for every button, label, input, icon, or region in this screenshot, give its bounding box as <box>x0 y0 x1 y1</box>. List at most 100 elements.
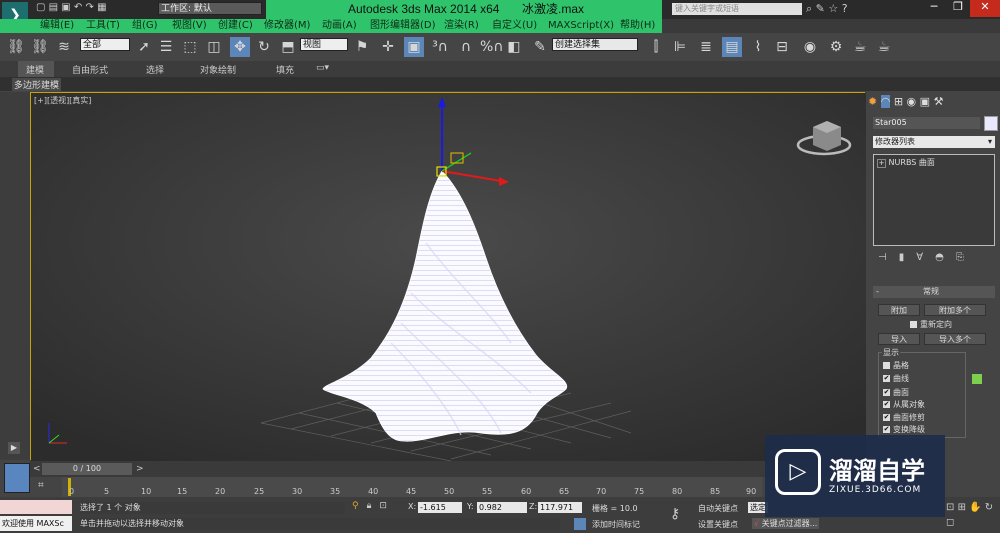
surface-trims-checkbox[interactable]: ✔ 曲面修剪 <box>883 412 925 423</box>
keyboard-shortcut-icon[interactable]: ▣ <box>404 37 424 57</box>
menu-help[interactable]: 帮助(H) <box>620 20 655 32</box>
select-rotate-icon[interactable]: ↻ <box>254 37 274 57</box>
edit-named-selection-icon[interactable]: ✎ <box>530 37 550 57</box>
configure-sets-icon[interactable]: ⎘ <box>956 252 976 263</box>
ribbon-tab-selection[interactable]: 选择 <box>146 63 164 76</box>
menu-tools[interactable]: 工具(T) <box>86 20 120 32</box>
reference-coord-dropdown[interactable]: 视图 <box>300 38 348 51</box>
rendered-frame-icon[interactable]: ☕ <box>850 37 870 57</box>
open-file-icon[interactable]: ▤ <box>49 2 58 13</box>
display-tab-icon[interactable]: ▣ <box>920 95 930 108</box>
pivot-center-icon[interactable]: ⚑ <box>352 37 372 57</box>
y-coord-field[interactable]: 0.982 <box>477 502 527 513</box>
menu-edit[interactable]: 编辑(E) <box>40 20 74 32</box>
layer-manager-icon[interactable]: ≣ <box>696 37 716 57</box>
isolate-icon[interactable]: ⚲ <box>352 501 367 511</box>
menu-customize[interactable]: 自定义(U) <box>492 20 537 32</box>
menu-modifiers[interactable]: 修改器(M) <box>264 20 310 32</box>
search-box[interactable]: 键入关键字或短语 <box>672 3 802 15</box>
modifier-stack[interactable]: + NURBS 曲面 <box>873 154 995 246</box>
schematic-view-icon[interactable]: ⊟ <box>772 37 792 57</box>
absolute-mode-icon[interactable]: ⊡ <box>379 501 395 511</box>
ribbon-tab-object-paint[interactable]: 对象绘制 <box>200 63 236 76</box>
orbit-icon[interactable]: ↻ <box>985 502 993 513</box>
ribbon-options-icon[interactable]: ▭▾ <box>316 63 329 73</box>
lattice-checkbox[interactable]: 晶格 <box>883 360 909 371</box>
curves-checkbox[interactable]: ✔ 曲线 <box>883 373 909 384</box>
manipulate-icon[interactable]: ✛ <box>378 37 398 57</box>
object-name-field[interactable]: Star005 <box>873 117 980 129</box>
percent-snap-icon[interactable]: %∩ <box>480 37 504 57</box>
add-time-tag-icon[interactable] <box>574 518 586 530</box>
attach-multiple-button[interactable]: 附加多个 <box>924 304 986 316</box>
create-tab-icon[interactable]: ✹ <box>868 95 877 108</box>
project-folder-icon[interactable]: ▦ <box>97 2 106 13</box>
menu-views[interactable]: 视图(V) <box>172 20 207 32</box>
new-file-icon[interactable]: ▢ <box>36 2 45 13</box>
select-move-icon[interactable]: ✥ <box>230 37 250 57</box>
attach-button[interactable]: 附加 <box>878 304 920 316</box>
perspective-viewport[interactable] <box>30 92 866 461</box>
expand-plus-icon[interactable]: + <box>877 159 886 168</box>
x-coord-field[interactable]: -1.615 <box>418 502 462 513</box>
utilities-tab-icon[interactable]: ⚒ <box>934 95 944 108</box>
track-bar-filter-icon[interactable]: ⌗ <box>38 480 44 491</box>
minimize-button[interactable]: ─ <box>922 0 946 17</box>
make-unique-icon[interactable]: ∀ <box>916 252 935 263</box>
undo-icon[interactable]: ↶ <box>74 2 82 13</box>
nurbs-creation-toolbox-icon[interactable] <box>972 374 982 384</box>
key-icon[interactable]: ⚷ <box>670 506 680 522</box>
zoom-all-icon[interactable]: ⊞ <box>958 502 966 513</box>
favorites-icon[interactable]: ☆ <box>828 2 838 15</box>
pin-stack-icon[interactable]: ⊣ <box>878 252 899 263</box>
remove-modifier-icon[interactable]: ◓ <box>935 252 956 263</box>
key-filters-button[interactable]: √ 关键点过滤器... <box>752 518 820 529</box>
window-crossing-icon[interactable]: ◫ <box>204 37 224 57</box>
modify-tab-icon[interactable]: ◠ <box>880 95 891 108</box>
expand-arrow-icon[interactable]: ▶ <box>8 442 20 454</box>
stack-item[interactable]: + NURBS 曲面 <box>877 157 994 168</box>
menu-maxscript[interactable]: MAXScript(X) <box>548 20 614 32</box>
save-icon[interactable]: ▣ <box>61 2 70 13</box>
add-time-tag[interactable]: 添加时间标记 <box>592 519 640 530</box>
surfaces-checkbox[interactable]: ✔ 曲面 <box>883 387 909 398</box>
polygon-modeling-label[interactable]: 多边形建模 <box>12 78 62 91</box>
menu-create[interactable]: 创建(C) <box>218 20 253 32</box>
ribbon-tab-modeling[interactable]: 建模 <box>26 63 44 76</box>
help-icon[interactable]: ? <box>842 2 848 15</box>
transform-degrade-checkbox[interactable]: ✔ 变换降级 <box>883 424 925 435</box>
mini-curve-editor-icon[interactable] <box>4 463 30 493</box>
align-icon[interactable]: ⊫ <box>670 37 690 57</box>
maximize-toggle-icon[interactable]: ◻ <box>946 517 954 528</box>
import-multiple-button[interactable]: 导入多个 <box>924 333 986 345</box>
render-setup-icon[interactable]: ⚙ <box>826 37 846 57</box>
select-by-name-icon[interactable]: ☰ <box>156 37 176 57</box>
menu-graph-editors[interactable]: 图形编辑器(D) <box>370 20 436 32</box>
maxscript-listener[interactable] <box>0 500 72 514</box>
viewport-label[interactable]: [+][透视][真实] <box>34 95 91 106</box>
search-icon[interactable]: ⌕ <box>806 2 812 15</box>
ribbon-tab-freeform[interactable]: 自由形式 <box>72 63 108 76</box>
z-coord-field[interactable]: 117.971 <box>538 502 582 513</box>
bind-spacewarp-icon[interactable]: ≋ <box>54 37 74 57</box>
communication-icon[interactable]: ✎ <box>816 2 825 15</box>
motion-tab-icon[interactable]: ◉ <box>907 95 917 108</box>
redo-icon[interactable]: ↷ <box>86 2 94 13</box>
hierarchy-tab-icon[interactable]: ⊞ <box>894 95 903 108</box>
set-key-button[interactable]: 设置关键点 <box>698 519 738 530</box>
pan-icon[interactable]: ✋ <box>969 502 981 513</box>
import-button[interactable]: 导入 <box>878 333 920 345</box>
material-editor-icon[interactable]: ◉ <box>800 37 820 57</box>
auto-key-button[interactable]: 自动关键点 <box>698 503 738 514</box>
zoom-extents-icon[interactable]: ⊡ <box>946 502 954 513</box>
menu-group[interactable]: 组(G) <box>132 20 158 32</box>
snaps-toggle-icon[interactable]: ³∩ <box>430 37 450 57</box>
show-end-result-icon[interactable]: ▮ <box>899 252 917 263</box>
render-production-icon[interactable]: ☕ <box>874 37 894 57</box>
select-object-icon[interactable]: ➚ <box>134 37 154 57</box>
rect-selection-icon[interactable]: ⬚ <box>180 37 200 57</box>
close-button[interactable]: ✕ <box>970 0 1000 17</box>
maxscript-mini-field[interactable]: 欢迎使用 MAXSc <box>0 516 72 531</box>
graphite-toggle-icon[interactable]: ▤ <box>722 37 742 57</box>
unlink-icon[interactable]: ⛓ <box>30 37 50 57</box>
